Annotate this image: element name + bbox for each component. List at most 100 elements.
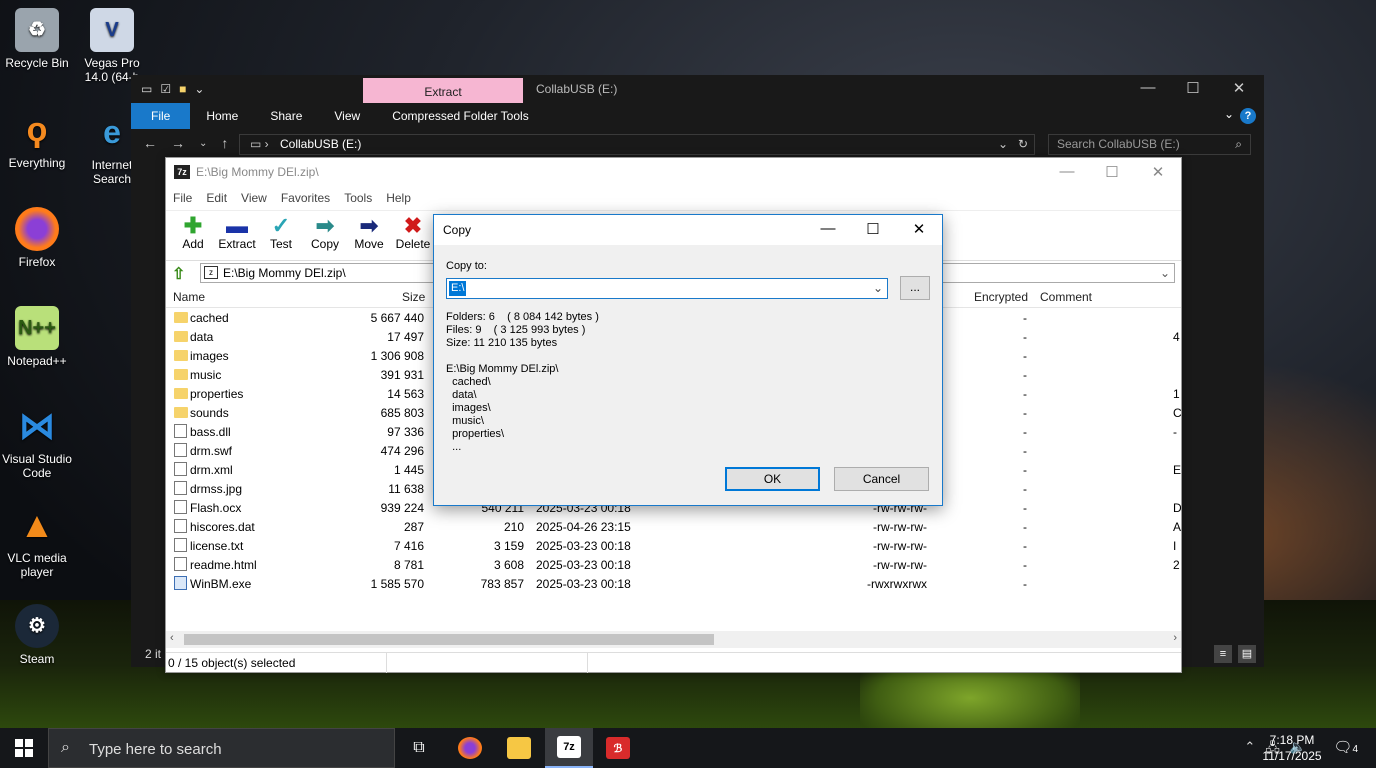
explorer-path-field[interactable]: ▭ › CollabUSB (E:) ⌄ ↻ xyxy=(239,134,1035,155)
close-icon[interactable]: ✕ xyxy=(1143,163,1173,181)
menu-edit[interactable]: Edit xyxy=(206,191,227,205)
desktop-icon-visual-studio-code[interactable]: ⋈ Visual Studio Code xyxy=(0,404,77,481)
scroll-right-icon[interactable]: › xyxy=(1173,632,1177,644)
minimize-icon[interactable]: — xyxy=(1052,163,1082,180)
customize-qat-icon[interactable]: ⌄ xyxy=(194,82,204,96)
chevron-down-icon[interactable]: ⌄ xyxy=(873,281,883,295)
details-view-icon[interactable]: ≡ xyxy=(1214,645,1232,663)
file-modified: 2025-03-23 00:18 xyxy=(536,539,631,553)
scroll-left-icon[interactable]: ‹ xyxy=(170,632,174,644)
extract-button[interactable]: ▬ Extract xyxy=(218,211,256,260)
minimize-icon[interactable]: — xyxy=(813,220,843,237)
desktop-icon-notepad-plus-plus[interactable]: N++ Notepad++ xyxy=(0,306,77,368)
menu-file[interactable]: File xyxy=(173,191,192,205)
file-comment: 4 xyxy=(1173,330,1180,344)
close-icon[interactable]: ✕ xyxy=(904,220,934,238)
table-row[interactable]: readme.html 8 781 3 608 2025-03-23 00:18 -rw… xyxy=(166,555,1181,574)
7zip-titlebar[interactable]: 7z E:\Big Mommy DEl.zip\ — ☐ ✕ xyxy=(166,158,1181,186)
taskbar-7zip[interactable]: 7z xyxy=(545,728,593,768)
selection-status: 0 / 15 object(s) selected xyxy=(168,656,296,670)
menu-help[interactable]: Help xyxy=(386,191,411,205)
file-comment: C xyxy=(1173,406,1181,420)
extract-contextual-tab[interactable]: Extract xyxy=(363,78,523,104)
expand-ribbon-chevron-icon[interactable]: ⌄ xyxy=(1224,107,1234,121)
ribbon-tab-share[interactable]: Share xyxy=(254,103,318,129)
file-encrypted: - xyxy=(1023,406,1027,420)
column-header-encrypted[interactable]: Encrypted xyxy=(974,290,1028,304)
desktop-icon-everything[interactable]: ϙ Everything xyxy=(0,108,77,170)
desktop-icon-vegas-pro[interactable]: V Vegas Pro 14.0 (64-b xyxy=(72,8,152,84)
delete-button[interactable]: ✖ Delete xyxy=(394,211,432,260)
close-icon[interactable]: ✕ xyxy=(1225,79,1253,97)
folder-icon xyxy=(507,737,531,759)
file-size: 1 306 908 xyxy=(370,349,424,363)
table-row[interactable]: hiscores.dat 287 210 2025-04-26 23:15 -rw-rw… xyxy=(166,517,1181,536)
chevron-down-icon[interactable]: ⌄ xyxy=(998,135,1008,154)
ribbon-tab-file[interactable]: File xyxy=(131,103,191,129)
start-button[interactable] xyxy=(0,728,48,768)
desktop-icon-steam[interactable]: ⚙ Steam xyxy=(0,604,77,666)
forward-arrow-icon[interactable]: → xyxy=(171,135,185,153)
back-arrow-icon[interactable]: ← xyxy=(143,135,157,153)
refresh-icon[interactable]: ↻ xyxy=(1018,135,1028,154)
recent-locations-icon[interactable]: ⌄ xyxy=(199,135,207,153)
maximize-icon[interactable]: ☐ xyxy=(858,220,888,238)
copy-dialog-titlebar[interactable]: Copy — ☐ ✕ xyxy=(434,215,942,245)
menu-view[interactable]: View xyxy=(241,191,267,205)
drive-icon[interactable]: ▭ xyxy=(141,82,152,96)
move-arrow-icon: ➡ xyxy=(359,213,379,238)
new-folder-icon[interactable]: ■ xyxy=(179,82,186,96)
ribbon-tab-home[interactable]: Home xyxy=(190,103,254,129)
destination-combobox[interactable]: E:\ ⌄ xyxy=(446,278,888,299)
desktop-icon-recycle-bin[interactable]: ♻ Recycle Bin xyxy=(0,8,77,70)
scrollbar-thumb[interactable] xyxy=(184,634,714,645)
maximize-icon[interactable]: ☐ xyxy=(1097,163,1127,181)
file-icon xyxy=(174,481,187,495)
move-button[interactable]: ➡ Move xyxy=(350,211,388,260)
desktop-icon-firefox[interactable]: Firefox xyxy=(0,207,77,269)
minimize-icon[interactable]: — xyxy=(1134,79,1162,96)
file-attributes: -rw-rw-rw- xyxy=(873,558,927,572)
maximize-icon[interactable]: ☐ xyxy=(1179,79,1207,97)
copy-button[interactable]: ➡ Copy xyxy=(306,211,344,260)
taskbar-firefox[interactable] xyxy=(446,728,494,768)
up-folder-icon[interactable]: ⇧ xyxy=(172,264,185,284)
7zip-menubar: File Edit View Favorites Tools Help xyxy=(166,186,1181,210)
table-row[interactable]: license.txt 7 416 3 159 2025-03-23 00:18 -rw… xyxy=(166,536,1181,555)
file-icon xyxy=(174,538,187,552)
taskbar-search-box[interactable]: ⌕ Type here to search xyxy=(48,728,395,768)
taskbar-clock[interactable]: 7:18 PM 11/17/2025 xyxy=(1256,732,1328,764)
file-icon xyxy=(174,462,187,476)
show-hidden-icons-icon[interactable]: ⌃ xyxy=(1244,739,1255,761)
column-header-name[interactable]: Name xyxy=(173,290,205,304)
up-arrow-icon[interactable]: ↑ xyxy=(221,135,228,153)
table-row[interactable]: WinBM.exe 1 585 570 783 857 2025-03-23 00:1… xyxy=(166,574,1181,593)
column-header-size[interactable]: Size xyxy=(402,290,425,304)
action-center-button[interactable]: 🗨4 xyxy=(1333,738,1358,756)
horizontal-scrollbar[interactable]: ‹ › xyxy=(166,631,1181,648)
ribbon-tab-view[interactable]: View xyxy=(318,103,376,129)
desktop-icon-vlc[interactable]: ▲ VLC media player xyxy=(0,503,77,580)
taskbar-file-explorer[interactable] xyxy=(495,728,543,768)
task-view-button[interactable]: ⧉ xyxy=(395,728,443,768)
add-button[interactable]: ✚ Add xyxy=(174,211,212,260)
ribbon-tab-compressed-folder-tools[interactable]: Compressed Folder Tools xyxy=(376,103,545,129)
column-header-comment[interactable]: Comment xyxy=(1040,290,1092,304)
destination-value[interactable]: E:\ xyxy=(449,281,467,296)
cancel-button[interactable]: Cancel xyxy=(834,467,929,491)
properties-icon[interactable]: ☑ xyxy=(160,82,171,96)
file-size: 391 931 xyxy=(380,368,424,382)
copy-dialog[interactable]: Copy — ☐ ✕ Copy to: E:\ ⌄ ... Folders: 6… xyxy=(433,214,943,506)
menu-favorites[interactable]: Favorites xyxy=(281,191,330,205)
taskbar-winbm[interactable]: ℬ xyxy=(594,728,642,768)
large-icons-view-icon[interactable]: ▤ xyxy=(1238,645,1256,663)
test-button[interactable]: ✓ Test xyxy=(262,211,300,260)
explorer-search-input[interactable]: Search CollabUSB (E:) ⌕ xyxy=(1048,134,1251,155)
folder-icon xyxy=(174,350,188,361)
browse-button[interactable]: ... xyxy=(900,276,930,300)
ok-button[interactable]: OK xyxy=(725,467,820,491)
chevron-down-icon[interactable]: ⌄ xyxy=(1160,264,1170,282)
menu-tools[interactable]: Tools xyxy=(344,191,372,205)
explorer-titlebar[interactable]: ▭ ☑ ■ ⌄ Extract CollabUSB (E:) — ☐ ✕ xyxy=(131,75,1264,104)
help-icon[interactable]: ? xyxy=(1240,108,1256,124)
